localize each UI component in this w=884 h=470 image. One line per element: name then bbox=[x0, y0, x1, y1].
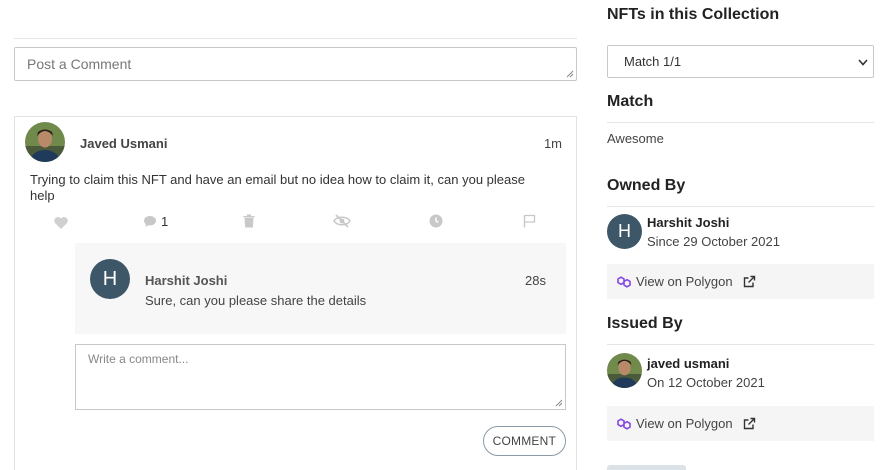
divider bbox=[607, 122, 874, 123]
owned-view-on-polygon-link[interactable]: View on Polygon bbox=[607, 264, 874, 299]
resize-grip-icon[interactable] bbox=[566, 70, 574, 78]
javed-avatar bbox=[25, 122, 65, 162]
reply-time: 28s bbox=[525, 273, 546, 288]
comment-card: Javed Usmani 1m Trying to claim this NFT… bbox=[14, 116, 577, 470]
polygon-icon bbox=[617, 275, 631, 288]
issuer-avatar bbox=[607, 353, 642, 388]
comment-time: 1m bbox=[543, 136, 562, 151]
polygon-icon bbox=[617, 417, 631, 430]
clock-icon bbox=[429, 214, 443, 228]
like-button[interactable] bbox=[53, 214, 69, 232]
history-button[interactable] bbox=[429, 212, 443, 230]
delete-button[interactable] bbox=[243, 212, 255, 230]
write-comment-input[interactable]: Write a comment... bbox=[75, 344, 566, 410]
issuer-name[interactable]: javed usmani bbox=[647, 356, 729, 371]
issued-view-on-polygon-link[interactable]: View on Polygon bbox=[607, 406, 874, 441]
comment-actions: 1 bbox=[15, 212, 578, 230]
external-link-icon bbox=[743, 275, 755, 288]
collection-selected: Match 1/1 bbox=[624, 54, 682, 69]
owner-since: Since 29 October 2021 bbox=[647, 234, 780, 249]
issued-date: On 12 October 2021 bbox=[647, 375, 765, 390]
owned-by-title: Owned By bbox=[607, 177, 686, 194]
divider bbox=[607, 206, 874, 207]
post-comment-input[interactable]: Post a Comment bbox=[14, 47, 577, 81]
heart-icon bbox=[54, 217, 68, 229]
resize-grip-icon[interactable] bbox=[555, 399, 563, 407]
speech-bubble-icon bbox=[144, 215, 156, 227]
comment-submit-button[interactable]: COMMENT bbox=[482, 426, 566, 456]
match-description: Awesome bbox=[607, 131, 664, 146]
action-button-partial[interactable] bbox=[607, 465, 686, 470]
write-comment-placeholder: Write a comment... bbox=[88, 352, 189, 366]
reply-text: Sure, can you please share the details bbox=[145, 293, 367, 308]
eye-slash-icon bbox=[333, 214, 351, 228]
comment-author[interactable]: Javed Usmani bbox=[80, 136, 167, 151]
reply-comment: H Harshit Joshi 28s Sure, can you please… bbox=[75, 243, 566, 334]
flag-icon bbox=[523, 214, 536, 228]
post-comment-placeholder: Post a Comment bbox=[27, 56, 132, 72]
trash-icon bbox=[243, 214, 255, 228]
external-link-icon bbox=[743, 417, 755, 430]
match-title: Match bbox=[607, 93, 654, 110]
owner-avatar: H bbox=[607, 214, 642, 249]
issued-by-title: Issued By bbox=[607, 315, 683, 332]
avatar-letter: H bbox=[618, 221, 631, 241]
polygon-link-label: View on Polygon bbox=[636, 274, 733, 289]
nft-sidebar: NFTs in this Collection Match 1/1 Match … bbox=[607, 0, 874, 470]
report-button[interactable] bbox=[523, 212, 536, 230]
collection-title: NFTs in this Collection bbox=[607, 6, 780, 23]
comment-text: Trying to claim this NFT and have an ema… bbox=[30, 172, 525, 203]
replies-button[interactable]: 1 bbox=[143, 212, 168, 230]
avatar-letter: H bbox=[102, 267, 118, 290]
chevron-down-icon bbox=[858, 59, 868, 66]
harshit-avatar: H bbox=[90, 259, 130, 299]
divider bbox=[14, 38, 577, 39]
collection-select[interactable]: Match 1/1 bbox=[607, 45, 874, 78]
hide-button[interactable] bbox=[333, 212, 351, 230]
comments-section: Post a Comment Javed Usmani 1m Trying to… bbox=[14, 0, 577, 470]
reply-author[interactable]: Harshit Joshi bbox=[145, 273, 227, 288]
owner-name[interactable]: Harshit Joshi bbox=[647, 215, 729, 230]
divider bbox=[607, 344, 874, 345]
polygon-link-label: View on Polygon bbox=[636, 416, 733, 431]
reply-count: 1 bbox=[161, 213, 169, 229]
